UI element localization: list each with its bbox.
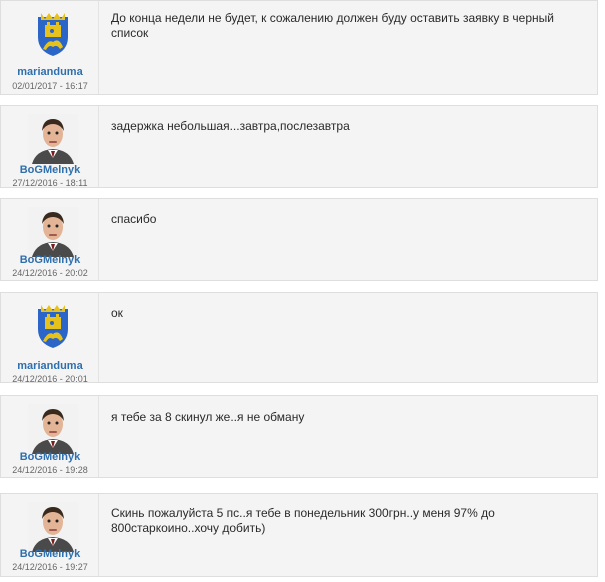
message-author: BoGMelnyk 24/12/2016 - 20:02 [1,199,99,280]
mr-bean-photo-avatar[interactable] [28,207,78,257]
author-username[interactable]: marianduma [1,360,99,372]
message-author: marianduma 24/12/2016 - 20:01 [1,293,99,384]
message-text: До конца недели не будет, к сожалению до… [111,11,554,40]
message-date: 24/12/2016 - 19:27 [12,562,88,572]
message-item: BoGMelnyk 24/12/2016 - 19:27 Скинь пожал… [0,493,598,577]
message-item: BoGMelnyk 24/12/2016 - 19:28 я тебе за 8… [0,395,598,478]
message-item: marianduma 24/12/2016 - 20:01 ок [0,292,598,384]
message-text: я тебе за 8 скинул же..я не обману [111,410,305,424]
author-username[interactable]: BoGMelnyk [1,164,99,176]
message-author: BoGMelnyk 27/12/2016 - 18:11 [1,106,99,188]
lviv-coat-of-arms-avatar[interactable] [28,9,78,59]
message-date: 24/12/2016 - 20:01 [12,374,88,384]
mr-bean-photo-avatar[interactable] [28,502,78,552]
message-author: BoGMelnyk 24/12/2016 - 19:28 [1,396,99,477]
message-text: задержка небольшая...завтра,послезавтра [111,119,350,133]
message-date: 02/01/2017 - 16:17 [12,81,88,91]
author-username[interactable]: BoGMelnyk [1,254,99,266]
lviv-coat-of-arms-avatar[interactable] [28,301,78,351]
author-username[interactable]: BoGMelnyk [1,548,99,560]
message-text: спасибо [111,212,157,226]
message-author: marianduma 02/01/2017 - 16:17 [1,1,99,94]
message-text: ок [111,306,123,320]
mr-bean-photo-avatar[interactable] [28,114,78,164]
message-item: marianduma 02/01/2017 - 16:17 До конца н… [0,0,598,95]
message-date: 27/12/2016 - 18:11 [12,178,88,188]
message-date: 24/12/2016 - 20:02 [12,268,88,278]
message-author: BoGMelnyk 24/12/2016 - 19:27 [1,494,99,576]
mr-bean-photo-avatar[interactable] [28,404,78,454]
author-username[interactable]: marianduma [1,66,99,78]
message-item: BoGMelnyk 27/12/2016 - 18:11 задержка не… [0,105,598,188]
author-username[interactable]: BoGMelnyk [1,451,99,463]
message-text: Скинь пожалуйста 5 пс..я тебе в понедель… [111,506,495,535]
message-date: 24/12/2016 - 19:28 [12,465,88,475]
message-item: BoGMelnyk 24/12/2016 - 20:02 спасибо [0,198,598,281]
